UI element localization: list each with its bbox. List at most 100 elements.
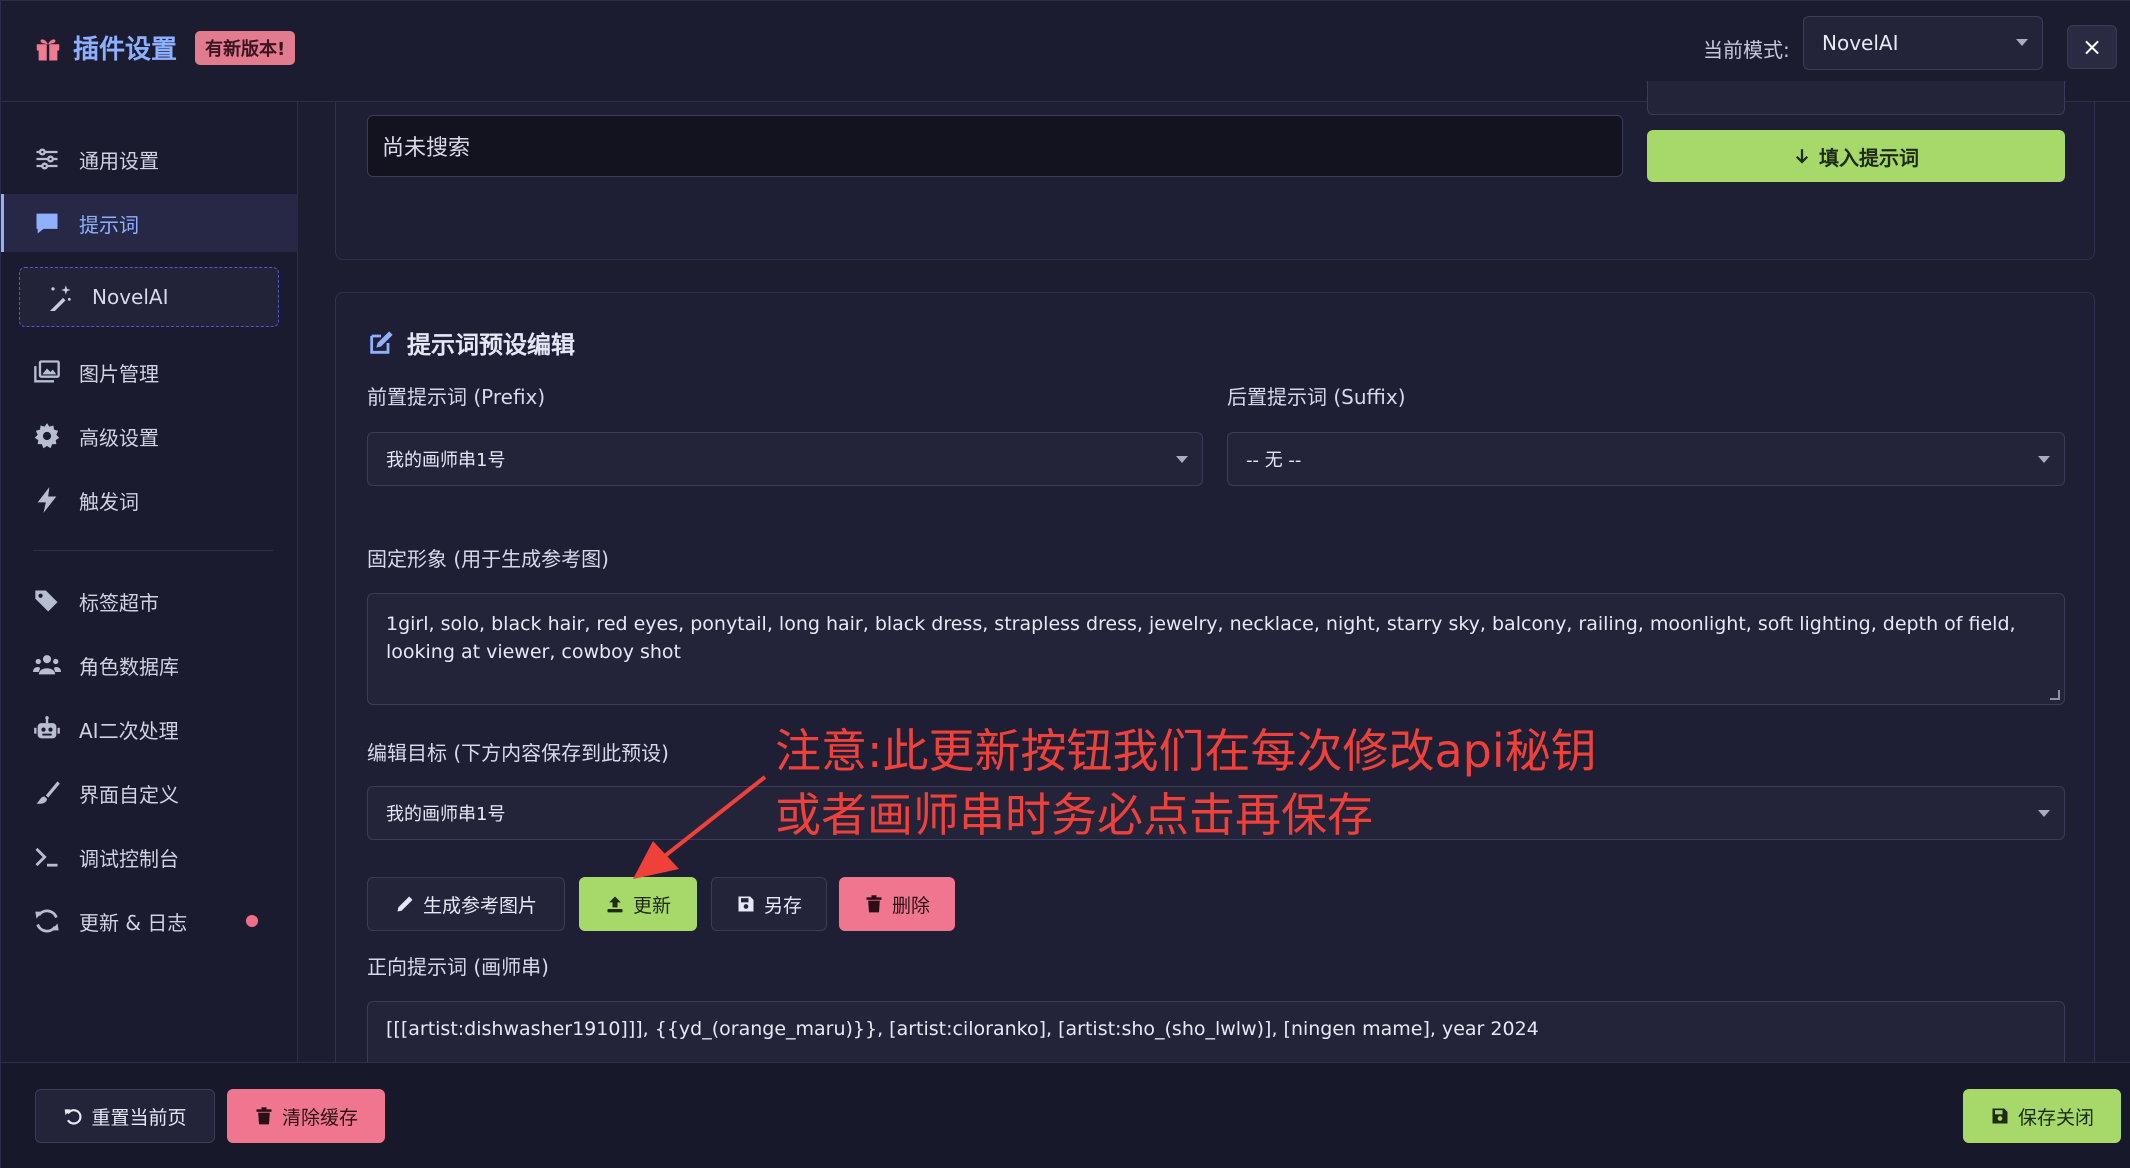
fixed-appearance-label: 固定形象 (用于生成参考图) [367,547,609,571]
suffix-select-value: -- 无 -- [1246,450,1302,471]
section-title-text: 提示词预设编辑 [407,331,575,359]
footer: 重置当前页 清除缓存 保存关闭 [1,1062,2130,1168]
sidebar-item-label: 更新 & 日志 [79,910,188,935]
chevron-down-icon [1176,456,1188,463]
sidebar-item-console[interactable]: 调试控制台 [1,828,298,886]
generate-reference-label: 生成参考图片 [422,894,537,917]
search-options-input[interactable] [1647,81,2065,115]
page-title: 插件设置 [73,35,178,65]
sidebar-item-ai-processing[interactable]: AI二次处理 [1,700,298,758]
bolt-icon [37,487,57,513]
prefix-label: 前置提示词 (Prefix) [367,385,546,409]
sidebar-divider [33,550,273,551]
annotation-line-2: 或者画师串时务必点击再保存 [775,788,1373,842]
fixed-appearance-textarea[interactable]: 1girl, solo, black hair, red eyes, ponyt… [367,593,2065,705]
positive-prompt-text: [[[artist:dishwasher1910]]], {{yd_(orang… [386,1018,1539,1040]
sidebar-item-ui-custom[interactable]: 界面自定义 [1,764,298,822]
positive-prompt-label: 正向提示词 (画师串) [367,955,549,979]
sidebar-item-general[interactable]: 通用设置 [1,130,298,188]
edit-target-label: 编辑目标 (下方内容保存到此预设) [367,741,669,765]
sidebar-item-novelai[interactable]: NovelAI [19,267,279,327]
annotation-line-1: 注意:此更新按钮我们在每次修改api秘钥 [775,724,1597,778]
save-as-button[interactable]: 另存 [711,877,827,931]
tags-icon [35,590,58,612]
fill-prompt-button[interactable]: 填入提示词 [1647,130,2065,182]
undo-icon [65,1109,82,1125]
sidebar-item-advanced[interactable]: 高级设置 [1,407,298,465]
brand: 插件设置 有新版本! [33,29,296,66]
close-button[interactable]: × [2067,25,2117,69]
sidebar-item-label: 提示词 [79,212,139,237]
brush-icon [36,781,60,804]
delete-button[interactable]: 删除 [839,877,955,931]
sidebar-item-label: 通用设置 [79,148,159,173]
sidebar-item-tags[interactable]: 标签超市 [1,572,298,630]
suffix-select[interactable]: -- 无 -- [1227,432,2065,486]
robot-icon [34,716,60,739]
magic-wand-icon [49,285,71,311]
annotation-note: 注意:此更新按钮我们在每次修改api秘钥 或者画师串时务必点击再保存 [775,719,1597,847]
annotation-arrow-icon [633,775,767,879]
fill-prompt-label: 填入提示词 [1819,145,1919,170]
suffix-label: 后置提示词 (Suffix) [1227,385,1406,409]
sidebar-item-label: 界面自定义 [79,782,179,807]
reset-page-label: 重置当前页 [91,1106,187,1129]
new-version-badge[interactable]: 有新版本! [195,30,296,65]
clear-cache-label: 清除缓存 [281,1106,358,1129]
sidebar-item-label: 标签超市 [79,590,159,615]
edit-target-value: 我的画师串1号 [386,804,506,825]
chevron-down-icon [2016,39,2028,46]
gear-icon [34,423,60,449]
main-content[interactable] [299,102,2130,1062]
generate-reference-button[interactable]: 生成参考图片 [367,877,565,931]
sidebar: 通用设置 提示词 NovelAI 图片管理 高级设置 触发词 标签超市 角色数据… [1,102,298,1062]
sidebar-item-label: NovelAI [92,285,169,309]
section-title: 提示词预设编辑 [367,325,575,360]
edit-icon [370,330,393,354]
sidebar-item-label: 触发词 [79,489,139,514]
prefix-select-value: 我的画师串1号 [386,450,506,471]
sidebar-item-triggers[interactable]: 触发词 [1,471,298,529]
plugin-settings-window: 插件设置 有新版本! 当前模式: NovelAI × 通用设置 提示词 Nove… [0,0,2130,1168]
update-notification-dot [246,915,258,927]
sidebar-item-label: 角色数据库 [79,654,179,679]
floppy-disk-icon [1992,1108,2008,1124]
sidebar-item-label: 调试控制台 [79,846,179,871]
mode-label: 当前模式: [1703,38,1790,62]
upload-icon [607,896,623,913]
reset-page-button[interactable]: 重置当前页 [35,1089,215,1143]
chevron-down-icon [2038,810,2050,817]
search-status-text: 尚未搜索 [382,136,471,161]
search-status-field[interactable]: 尚未搜索 [367,115,1623,177]
gift-icon [36,38,60,60]
resize-handle-icon[interactable] [2050,690,2060,700]
floppy-disk-icon [738,896,754,912]
mode-select-value: NovelAI [1822,31,1899,55]
save-close-button[interactable]: 保存关闭 [1963,1089,2121,1143]
sidebar-item-label: 图片管理 [79,361,159,386]
fixed-appearance-text: 1girl, solo, black hair, red eyes, ponyt… [386,613,2016,663]
users-icon [33,655,61,675]
terminal-icon [35,847,58,867]
sidebar-item-label: AI二次处理 [79,718,179,743]
pencil-icon [397,896,413,912]
sidebar-item-images[interactable]: 图片管理 [1,343,298,401]
prefix-select[interactable]: 我的画师串1号 [367,432,1203,486]
mode-select[interactable]: NovelAI [1803,16,2043,70]
sliders-icon [36,148,58,170]
update-label: 更新 [632,894,671,917]
chevron-down-icon [2038,456,2050,463]
sidebar-item-characters[interactable]: 角色数据库 [1,636,298,694]
clear-cache-button[interactable]: 清除缓存 [227,1089,385,1143]
save-close-label: 保存关闭 [2017,1106,2094,1129]
sidebar-item-prompts[interactable]: 提示词 [1,194,298,252]
trash-icon [256,1107,272,1125]
sidebar-item-updates[interactable]: 更新 & 日志 [1,892,298,950]
sync-icon [35,909,59,933]
images-icon [34,360,60,383]
save-as-label: 另存 [763,894,802,917]
sidebar-item-label: 高级设置 [79,425,159,450]
delete-label: 删除 [891,894,930,917]
update-button[interactable]: 更新 [579,877,697,931]
trash-icon [866,895,882,913]
